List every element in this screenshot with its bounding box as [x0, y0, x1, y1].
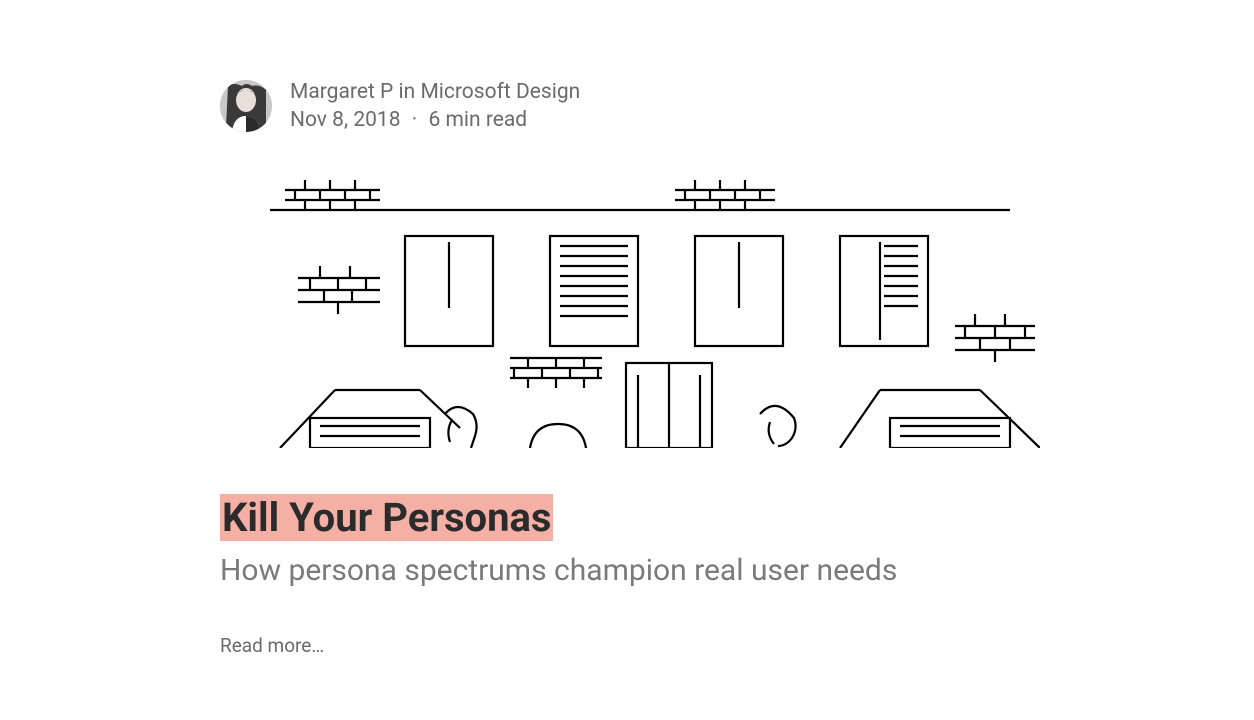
avatar[interactable]: [220, 80, 272, 132]
publication-link[interactable]: Microsoft Design: [420, 80, 580, 104]
byline-in: in: [399, 80, 416, 104]
byline-meta: Nov 8, 2018 · 6 min read: [290, 108, 580, 132]
hero-illustration: [220, 168, 1040, 448]
article-card: Margaret P in Microsoft Design Nov 8, 20…: [0, 0, 1254, 720]
publish-date: Nov 8, 2018: [290, 108, 401, 132]
title-wrap: Kill Your Personas: [220, 494, 1034, 542]
article-title[interactable]: Kill Your Personas: [220, 494, 553, 541]
meta-separator: ·: [412, 108, 418, 132]
author-link[interactable]: Margaret P: [290, 80, 393, 104]
byline-text: Margaret P in Microsoft Design Nov 8, 20…: [290, 80, 580, 132]
read-time: 6 min read: [428, 108, 527, 132]
read-more-link[interactable]: Read more…: [220, 634, 324, 657]
article-subtitle: How persona spectrums champion real user…: [220, 552, 1034, 590]
byline: Margaret P in Microsoft Design Nov 8, 20…: [220, 80, 1034, 132]
byline-top: Margaret P in Microsoft Design: [290, 80, 580, 104]
